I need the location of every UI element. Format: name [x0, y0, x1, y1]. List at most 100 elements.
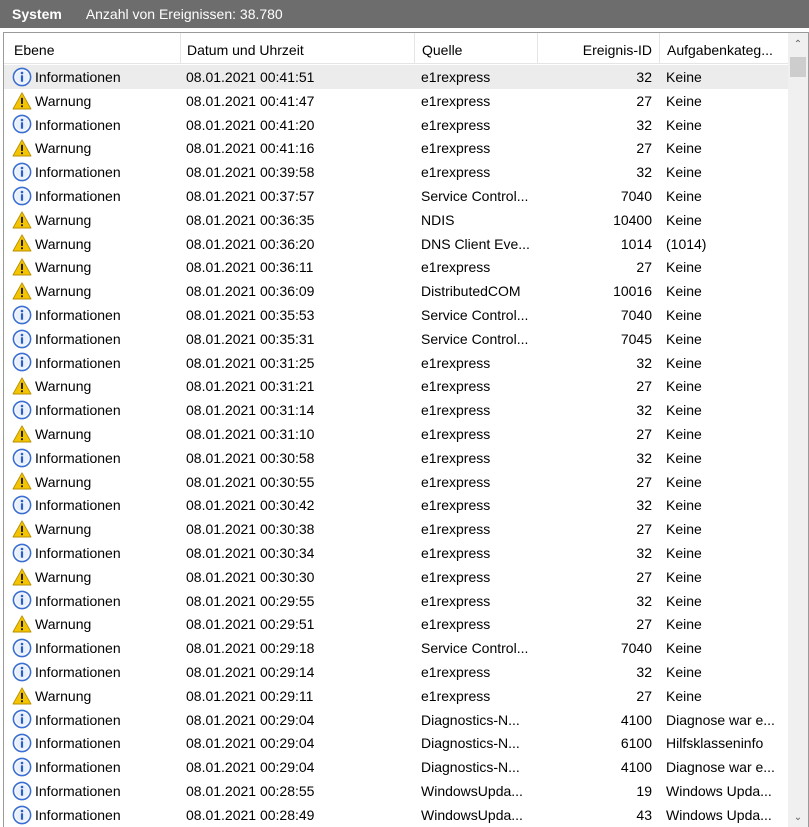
warning-icon: [12, 138, 32, 158]
info-icon: [12, 805, 32, 825]
table-row[interactable]: Informationen 08.01.2021 00:41:51 e1rexpre…: [4, 65, 788, 89]
cell-level: Warnung: [12, 136, 182, 160]
table-row[interactable]: Informationen 08.01.2021 00:41:20 e1rexpre…: [4, 113, 788, 137]
info-icon: [12, 781, 32, 801]
vertical-scrollbar[interactable]: ⌃ ⌄: [788, 33, 808, 827]
cell-category: Keine: [666, 426, 702, 442]
cell-category: Keine: [666, 283, 702, 300]
cell-source: DistributedCOM: [421, 283, 521, 300]
table-row[interactable]: Warnung 08.01.2021 00:36:09 DistributedCOM…: [4, 279, 788, 303]
column-header-category[interactable]: Aufgabenkateg...: [667, 33, 787, 64]
cell-event-id: 7040: [620, 307, 652, 323]
table-row[interactable]: Warnung 08.01.2021 00:31:10 e1rexpress 27 Ke…: [4, 422, 788, 446]
scroll-down-arrow-icon[interactable]: ⌄: [788, 810, 808, 826]
info-icon: [12, 400, 32, 420]
cell-event-id: 27: [636, 687, 652, 704]
event-list: Ebene Datum und Uhrzeit Quelle Ereignis-…: [3, 32, 809, 827]
table-row[interactable]: Informationen 08.01.2021 00:37:57 Service …: [4, 184, 788, 208]
event-count: Anzahl von Ereignissen: 38.780: [85, 6, 283, 22]
level-label: Informationen: [35, 116, 121, 133]
column-divider[interactable]: [414, 33, 415, 63]
scroll-thumb[interactable]: [790, 57, 806, 77]
table-row[interactable]: Warnung 08.01.2021 00:30:55 e1rexpress 27 Ke…: [4, 470, 788, 494]
level-label: Informationen: [35, 711, 121, 728]
cell-source: Service Control...: [421, 188, 529, 204]
cell-date: 08.01.2021 00:41:51: [186, 69, 315, 85]
table-row[interactable]: Informationen 08.01.2021 00:35:31 Service …: [4, 327, 788, 351]
table-row[interactable]: Informationen 08.01.2021 00:29:04 Diagnost…: [4, 708, 788, 732]
level-label: Informationen: [35, 782, 121, 799]
cell-event-id: 6100: [620, 735, 652, 752]
cell-level: Warnung: [12, 684, 182, 708]
table-row[interactable]: Informationen 08.01.2021 00:29:18 Service …: [4, 636, 788, 660]
table-row[interactable]: Informationen 08.01.2021 00:28:49 WindowsU…: [4, 803, 788, 827]
level-label: Informationen: [35, 640, 121, 657]
table-row[interactable]: Warnung 08.01.2021 00:41:47 e1rexpress 27 Ke…: [4, 89, 788, 113]
table-row[interactable]: Informationen 08.01.2021 00:29:14 e1rexpre…: [4, 660, 788, 684]
level-label: Warnung: [35, 211, 92, 228]
table-row[interactable]: Warnung 08.01.2021 00:36:11 e1rexpress 27 Ke…: [4, 255, 788, 279]
cell-level: Informationen: [12, 636, 182, 660]
column-header-level[interactable]: Ebene: [14, 33, 180, 64]
cell-source: e1rexpress: [421, 140, 491, 157]
cell-level: Informationen: [12, 589, 182, 613]
cell-category: Keine: [666, 330, 702, 347]
table-row[interactable]: Informationen 08.01.2021 00:28:55 WindowsU…: [4, 779, 788, 803]
column-divider[interactable]: [537, 33, 538, 63]
cell-date: 08.01.2021 00:30:58: [186, 449, 315, 466]
column-header-source[interactable]: Quelle: [422, 33, 532, 64]
cell-event-id: 32: [636, 449, 652, 466]
cell-level: Informationen: [12, 541, 182, 565]
level-label: Informationen: [35, 806, 121, 823]
cell-category: Keine: [666, 307, 702, 323]
cell-date: 08.01.2021 00:36:09: [186, 283, 315, 300]
cell-source: e1rexpress: [421, 449, 491, 466]
info-icon: [12, 757, 32, 777]
table-row[interactable]: Informationen 08.01.2021 00:29:04 Diagnost…: [4, 731, 788, 755]
table-row[interactable]: Informationen 08.01.2021 00:35:53 Service …: [4, 303, 788, 327]
cell-level: Informationen: [12, 731, 182, 755]
table-row[interactable]: Warnung 08.01.2021 00:30:30 e1rexpress 27 Ke…: [4, 565, 788, 589]
cell-category: Keine: [666, 259, 702, 276]
cell-event-id: 1014: [620, 235, 652, 252]
cell-date: 08.01.2021 00:41:16: [186, 140, 315, 157]
column-header-date[interactable]: Datum und Uhrzeit: [187, 33, 411, 64]
column-header-row: Ebene Datum und Uhrzeit Quelle Ereignis-…: [4, 33, 788, 64]
table-row[interactable]: Informationen 08.01.2021 00:30:34 e1rexpre…: [4, 541, 788, 565]
level-label: Informationen: [35, 544, 121, 561]
table-row[interactable]: Warnung 08.01.2021 00:30:38 e1rexpress 27 Ke…: [4, 517, 788, 541]
cell-category: Keine: [666, 473, 702, 490]
cell-category: Keine: [666, 164, 702, 181]
cell-level: Informationen: [12, 351, 182, 375]
table-row[interactable]: Warnung 08.01.2021 00:29:51 e1rexpress 27 Ke…: [4, 612, 788, 636]
cell-event-id: 32: [636, 354, 652, 371]
table-row[interactable]: Informationen 08.01.2021 00:29:55 e1rexpre…: [4, 589, 788, 613]
cell-source: Diagnostics-N...: [421, 735, 520, 752]
cell-event-id: 7040: [620, 640, 652, 657]
cell-source: e1rexpress: [421, 687, 491, 704]
cell-level: Informationen: [12, 755, 182, 779]
column-divider[interactable]: [659, 33, 660, 63]
cell-date: 08.01.2021 00:30:30: [186, 568, 315, 585]
table-row[interactable]: Warnung 08.01.2021 00:29:11 e1rexpress 27 Ke…: [4, 684, 788, 708]
scroll-up-arrow-icon[interactable]: ⌃: [788, 37, 808, 53]
table-row[interactable]: Informationen 08.01.2021 00:29:04 Diagnost…: [4, 755, 788, 779]
level-label: Warnung: [35, 283, 92, 300]
table-row[interactable]: Informationen 08.01.2021 00:30:42 e1rexpre…: [4, 493, 788, 517]
table-row[interactable]: Warnung 08.01.2021 00:41:16 e1rexpress 27 Ke…: [4, 136, 788, 160]
table-row[interactable]: Informationen 08.01.2021 00:30:58 e1rexpre…: [4, 446, 788, 470]
column-divider[interactable]: [180, 33, 181, 63]
table-row[interactable]: Warnung 08.01.2021 00:31:21 e1rexpress 27 Ke…: [4, 374, 788, 398]
table-row[interactable]: Informationen 08.01.2021 00:31:25 e1rexpre…: [4, 351, 788, 375]
cell-date: 08.01.2021 00:41:20: [186, 116, 315, 133]
column-header-event-id[interactable]: Ereignis-ID: [544, 33, 652, 64]
cell-source: e1rexpress: [421, 616, 491, 633]
table-row[interactable]: Warnung 08.01.2021 00:36:35 NDIS 10400 Keine: [4, 208, 788, 232]
cell-level: Warnung: [12, 612, 182, 636]
level-label: Warnung: [35, 259, 92, 276]
table-row[interactable]: Informationen 08.01.2021 00:39:58 e1rexpre…: [4, 160, 788, 184]
cell-event-id: 19: [636, 783, 652, 799]
level-label: Informationen: [35, 663, 121, 680]
table-row[interactable]: Warnung 08.01.2021 00:36:20 DNS Client Eve…: [4, 232, 788, 256]
table-row[interactable]: Informationen 08.01.2021 00:31:14 e1rexpre…: [4, 398, 788, 422]
